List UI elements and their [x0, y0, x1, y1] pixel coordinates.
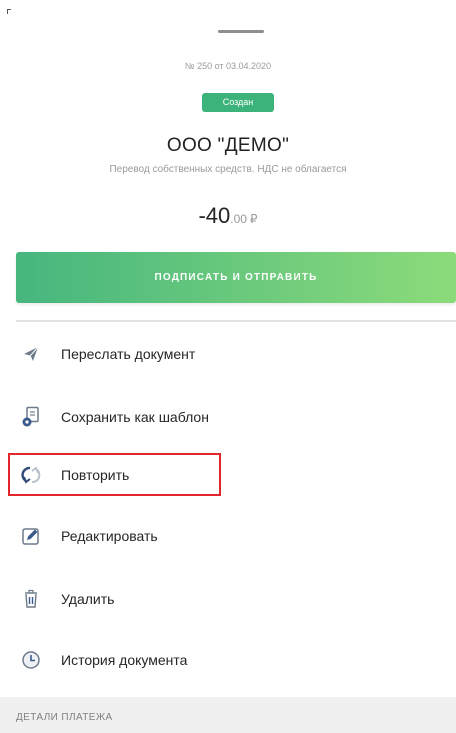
payment-amount: -40.00 ₽ [0, 203, 456, 229]
menu-item-edit[interactable]: Редактировать [0, 516, 456, 556]
payment-details-label: ДЕТАЛИ ПЛАТЕЖА [16, 712, 113, 723]
menu-item-delete[interactable]: Удалить [0, 579, 456, 619]
payment-purpose: Перевод собственных средств. НДС не обла… [109, 164, 347, 175]
amount-currency: ₽ [249, 212, 258, 226]
save-template-icon [20, 406, 42, 428]
menu-item-label: Удалить [61, 591, 115, 607]
history-clock-icon [20, 649, 42, 671]
menu-item-history[interactable]: История документа [0, 640, 456, 680]
company-name: ООО "ДЕМО" [166, 135, 290, 156]
highlight-box [8, 453, 221, 496]
sign-and-send-button[interactable]: ПОДПИСАТЬ И ОТПРАВИТЬ [16, 252, 456, 303]
amount-integer: -40 [198, 203, 231, 228]
edit-pencil-icon [20, 525, 42, 547]
menu-item-forward-document[interactable]: Переслать документ [0, 334, 456, 374]
sheet-drag-handle[interactable] [218, 30, 264, 33]
divider [16, 320, 456, 322]
corner-mark [7, 9, 11, 14]
menu-item-label: Редактировать [61, 528, 158, 544]
amount-fraction: .00 [230, 212, 247, 226]
menu-item-label: Переслать документ [61, 346, 196, 362]
menu-item-label: Сохранить как шаблон [61, 409, 209, 425]
status-badge: Создан [202, 93, 274, 112]
payment-details-header[interactable]: ДЕТАЛИ ПЛАТЕЖА [0, 697, 456, 733]
trash-icon [20, 588, 42, 610]
send-plane-icon [20, 343, 42, 365]
document-number: № 250 от 03.04.2020 [184, 61, 272, 71]
menu-item-label: История документа [61, 652, 188, 668]
menu-item-save-template[interactable]: Сохранить как шаблон [0, 397, 456, 437]
